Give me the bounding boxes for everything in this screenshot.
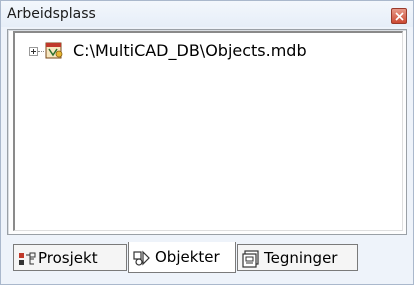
database-icon [45, 42, 63, 59]
expand-plus-icon[interactable] [29, 47, 38, 56]
tab-objekter[interactable]: Objekter [128, 242, 236, 273]
tab-tegninger[interactable]: Tegninger [237, 244, 358, 271]
drawings-icon [242, 250, 259, 268]
workspace-window: Arbeidsplass C:\MultiCAD_DB\Objects.mdb [0, 0, 414, 285]
tree-item-label: C:\MultiCAD_DB\Objects.mdb [73, 41, 307, 60]
tab-prosjekt[interactable]: Prosjekt [13, 244, 127, 271]
tab-tegninger-label: Tegninger [264, 249, 338, 267]
tab-strip: Prosjekt Objekter Tegninger [13, 242, 411, 274]
close-icon [395, 12, 404, 21]
project-tree-icon [19, 252, 36, 265]
close-button[interactable] [391, 8, 407, 24]
tab-objekter-label: Objekter [155, 248, 220, 266]
tree-view[interactable]: C:\MultiCAD_DB\Objects.mdb [13, 31, 403, 231]
window-title: Arbeidsplass [7, 6, 96, 22]
title-bar[interactable]: Arbeidsplass [1, 1, 413, 27]
tab-prosjekt-label: Prosjekt [38, 249, 98, 267]
objects-shapes-icon [133, 250, 150, 266]
tree-connector [38, 51, 44, 53]
